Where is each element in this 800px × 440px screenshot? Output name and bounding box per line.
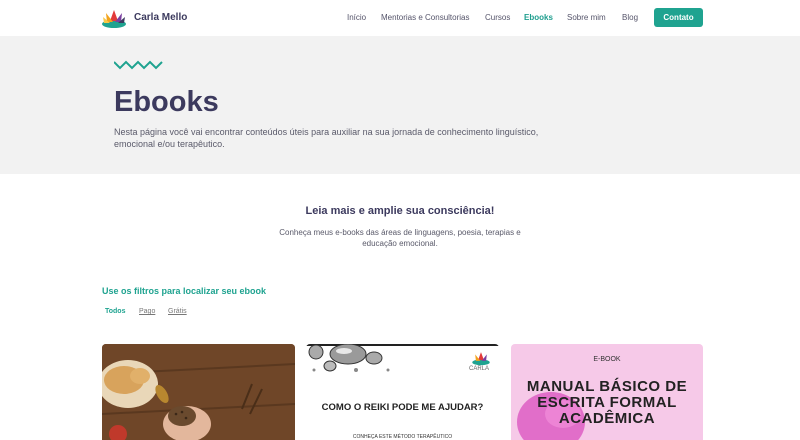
nav-cursos[interactable]: Cursos — [485, 13, 510, 22]
bread-photo — [102, 344, 295, 440]
contact-button[interactable]: Contato — [654, 8, 703, 27]
filter-pago[interactable]: Pago — [139, 308, 155, 315]
nav-sobre-mim[interactable]: Sobre mim — [567, 13, 606, 22]
nav-inicio[interactable]: Início — [347, 13, 366, 22]
wave-decoration-icon — [114, 60, 163, 70]
intro-text: Conheça meus e-books das áreas de lingua… — [279, 228, 521, 248]
ebook-card-3[interactable]: E-BOOK MANUAL BÁSICO DE ESCRITA FORMAL A… — [511, 344, 703, 440]
ebook-card-1[interactable] — [102, 344, 295, 440]
lotus-logo-icon[interactable] — [101, 7, 127, 29]
page-title: Ebooks — [114, 86, 219, 118]
brand-name[interactable]: Carla Mello — [134, 12, 187, 23]
page-subtitle: Nesta página você vai encontrar conteúdo… — [114, 127, 539, 149]
lotus-logo-icon — [472, 352, 490, 366]
card-brand: CARLA — [469, 366, 490, 372]
intro-heading: Leia mais e amplie sua consciência! — [305, 205, 495, 217]
site-header: Carla Mello Início Mentorias e Consultor… — [0, 0, 800, 36]
nav-blog[interactable]: Blog — [622, 13, 638, 22]
filter-heading: Use os filtros para localizar seu ebook — [102, 286, 267, 296]
nav-ebooks[interactable]: Ebooks — [524, 13, 553, 22]
card-title: COMO O REIKI PODE ME AJUDAR? — [321, 402, 484, 413]
filter-gratis[interactable]: Grátis — [168, 308, 187, 315]
nav-mentorias[interactable]: Mentorias e Consultorias — [381, 13, 469, 22]
ebook-card-2[interactable]: CARLA COMO O REIKI PODE ME AJUDAR? CONHE… — [306, 344, 499, 440]
card-subtitle: CONHEÇA ESTE MÉTODO TERAPÊUTICO — [352, 434, 453, 440]
filter-todos[interactable]: Todos — [105, 308, 125, 315]
card-title: MANUAL BÁSICO DE ESCRITA FORMAL ACADÊMIC… — [526, 378, 688, 427]
card-tag: E-BOOK — [593, 356, 621, 363]
